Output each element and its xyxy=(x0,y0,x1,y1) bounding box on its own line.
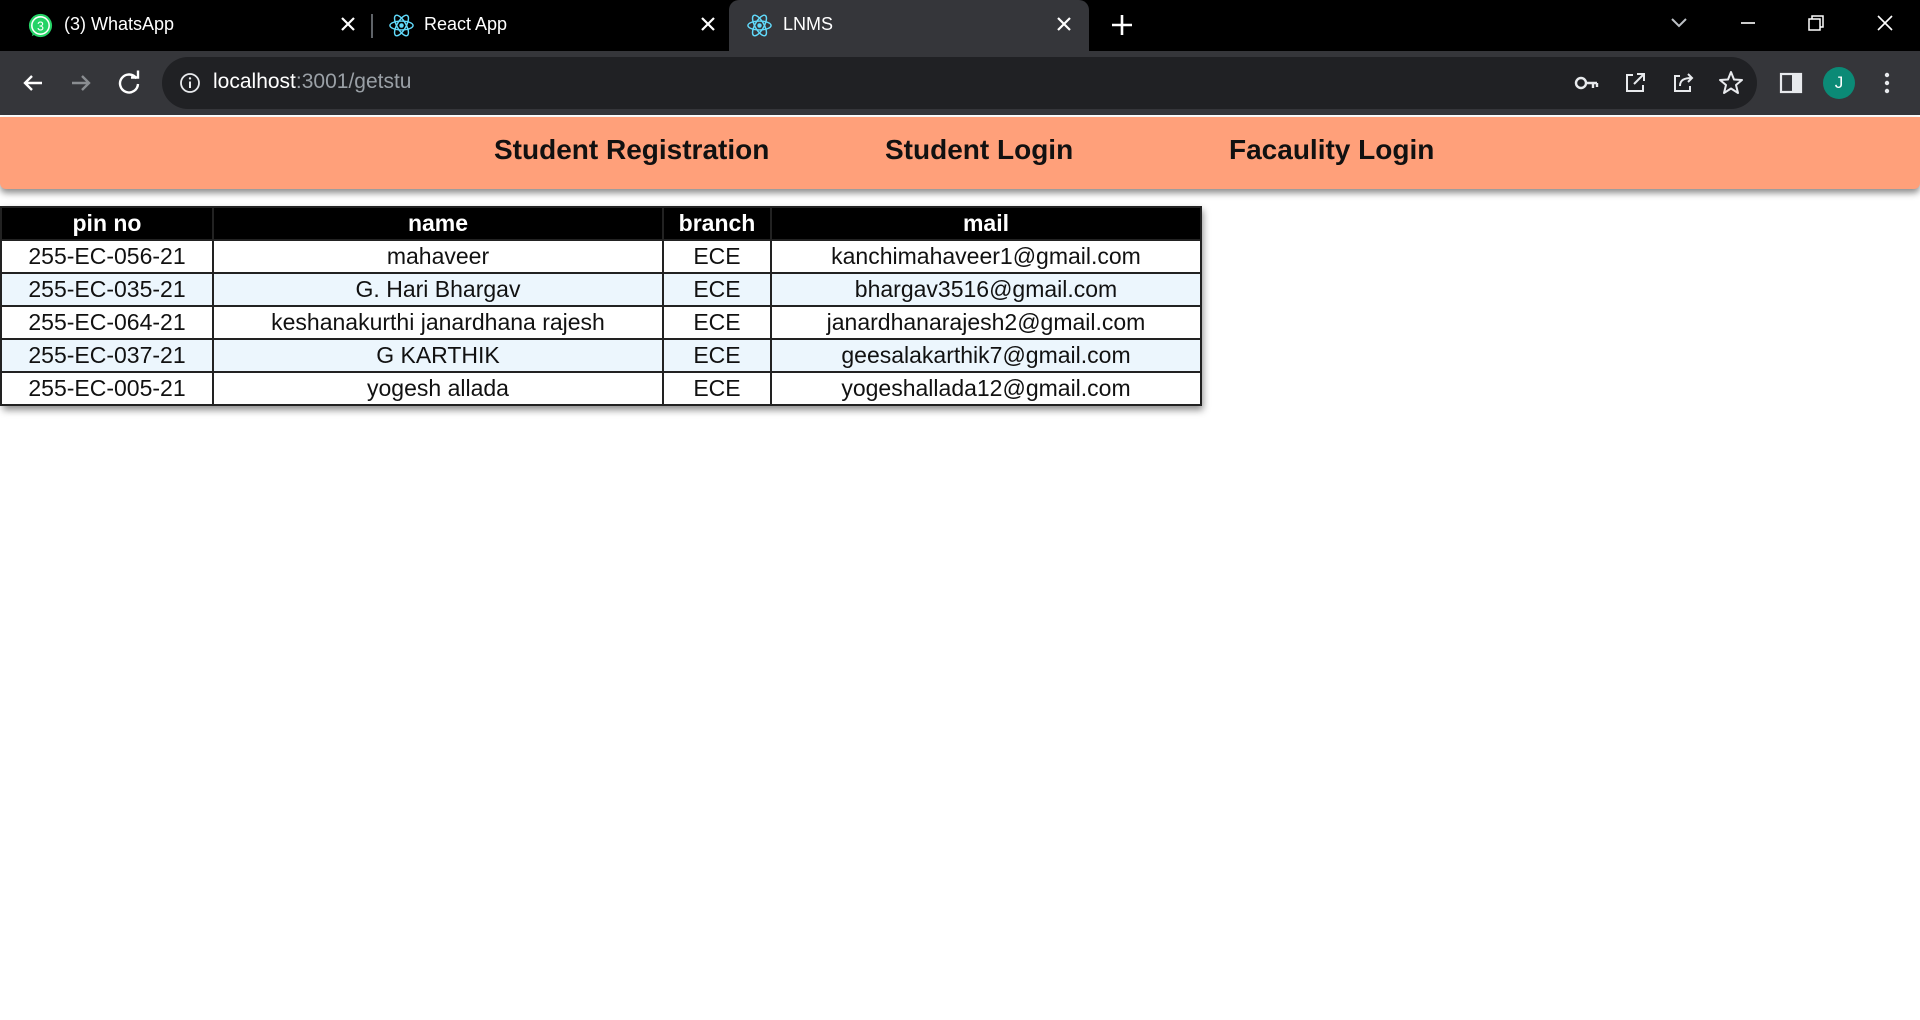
cell-mail: janardhanarajesh2@gmail.com xyxy=(770,305,1202,340)
cell-name: G. Hari Bhargav xyxy=(212,272,664,307)
kebab-menu-icon[interactable] xyxy=(1872,68,1902,98)
table-row: 255-EC-035-21 G. Hari Bhargav ECE bharga… xyxy=(0,272,1202,307)
students-table: pin no name branch mail 255-EC-056-21 ma… xyxy=(0,206,1202,406)
cell-name: yogesh allada xyxy=(212,371,664,406)
forward-icon[interactable] xyxy=(66,68,96,98)
column-header-mail: mail xyxy=(770,206,1202,241)
back-icon[interactable] xyxy=(18,68,48,98)
cell-pin: 255-EC-035-21 xyxy=(0,272,214,307)
cell-branch: ECE xyxy=(662,338,772,373)
url-path: :3001/getstu xyxy=(295,70,412,93)
cell-pin: 255-EC-037-21 xyxy=(0,338,214,373)
react-icon xyxy=(747,14,772,37)
cell-branch: ECE xyxy=(662,305,772,340)
cell-branch: ECE xyxy=(662,371,772,406)
cell-pin: 255-EC-056-21 xyxy=(0,239,214,274)
cell-name: keshanakurthi janardhana rajesh xyxy=(212,305,664,340)
column-header-pin: pin no xyxy=(0,206,214,241)
restore-icon[interactable] xyxy=(1801,8,1831,38)
tab-title: React App xyxy=(424,14,508,34)
key-icon[interactable] xyxy=(1572,68,1602,98)
table-row: 255-EC-005-21 yogesh allada ECE yogeshal… xyxy=(0,371,1202,406)
open-in-app-icon[interactable] xyxy=(1620,68,1650,98)
cell-branch: ECE xyxy=(662,239,772,274)
new-tab-icon[interactable] xyxy=(1108,11,1136,39)
browser-tabstrip: 3 (3) WhatsApp React App LNMS xyxy=(0,0,1920,51)
app-navbar: Student Registration Student Login Facau… xyxy=(0,117,1920,189)
address-bar[interactable]: localhost:3001/getstu xyxy=(162,57,1757,109)
url-host: localhost xyxy=(213,70,296,93)
reload-icon[interactable] xyxy=(114,68,144,98)
side-panel-icon[interactable] xyxy=(1776,68,1806,98)
cell-mail: geesalakarthik7@gmail.com xyxy=(770,338,1202,373)
whatsapp-icon: 3 xyxy=(28,13,53,38)
table-header-row: pin no name branch mail xyxy=(0,206,1202,241)
close-tab-icon[interactable] xyxy=(1052,12,1076,36)
cell-name: mahaveer xyxy=(212,239,664,274)
table-row: 255-EC-056-21 mahaveer ECE kanchimahavee… xyxy=(0,239,1202,274)
svg-text:3: 3 xyxy=(37,19,44,33)
students-table-container: pin no name branch mail 255-EC-056-21 ma… xyxy=(0,206,1202,406)
close-window-icon[interactable] xyxy=(1870,8,1900,38)
url-text[interactable]: localhost:3001/getstu xyxy=(213,70,411,94)
close-tab-icon[interactable] xyxy=(336,12,360,36)
site-info-icon[interactable] xyxy=(178,71,202,95)
cell-name: G KARTHIK xyxy=(212,338,664,373)
tab-title: (3) WhatsApp xyxy=(64,14,175,34)
column-header-branch: branch xyxy=(662,206,772,241)
table-row: 255-EC-064-21 keshanakurthi janardhana r… xyxy=(0,305,1202,340)
table-row: 255-EC-037-21 G KARTHIK ECE geesalakarth… xyxy=(0,338,1202,373)
react-icon xyxy=(389,14,414,37)
tab-title: LNMS xyxy=(783,14,834,34)
browser-toolbar: localhost:3001/getstu J xyxy=(0,51,1920,115)
nav-student-registration[interactable]: Student Registration xyxy=(494,134,769,166)
tab-lnms[interactable]: LNMS xyxy=(729,0,1089,51)
minimize-icon[interactable] xyxy=(1733,8,1763,38)
cell-pin: 255-EC-005-21 xyxy=(0,371,214,406)
cell-pin: 255-EC-064-21 xyxy=(0,305,214,340)
nav-student-login[interactable]: Student Login xyxy=(885,134,1073,166)
nav-faculty-login[interactable]: Facaulity Login xyxy=(1229,134,1434,166)
close-tab-icon[interactable] xyxy=(696,12,720,36)
tab-whatsapp[interactable]: 3 (3) WhatsApp xyxy=(0,0,370,51)
tab-search-chevron-icon[interactable] xyxy=(1664,8,1694,38)
cell-mail: kanchimahaveer1@gmail.com xyxy=(770,239,1202,274)
cell-mail: yogeshallada12@gmail.com xyxy=(770,371,1202,406)
profile-avatar[interactable]: J xyxy=(1823,67,1855,99)
bookmark-star-icon[interactable] xyxy=(1716,68,1746,98)
column-header-name: name xyxy=(212,206,664,241)
cell-branch: ECE xyxy=(662,272,772,307)
share-icon[interactable] xyxy=(1668,68,1698,98)
tab-react-app[interactable]: React App xyxy=(373,0,727,51)
cell-mail: bhargav3516@gmail.com xyxy=(770,272,1202,307)
